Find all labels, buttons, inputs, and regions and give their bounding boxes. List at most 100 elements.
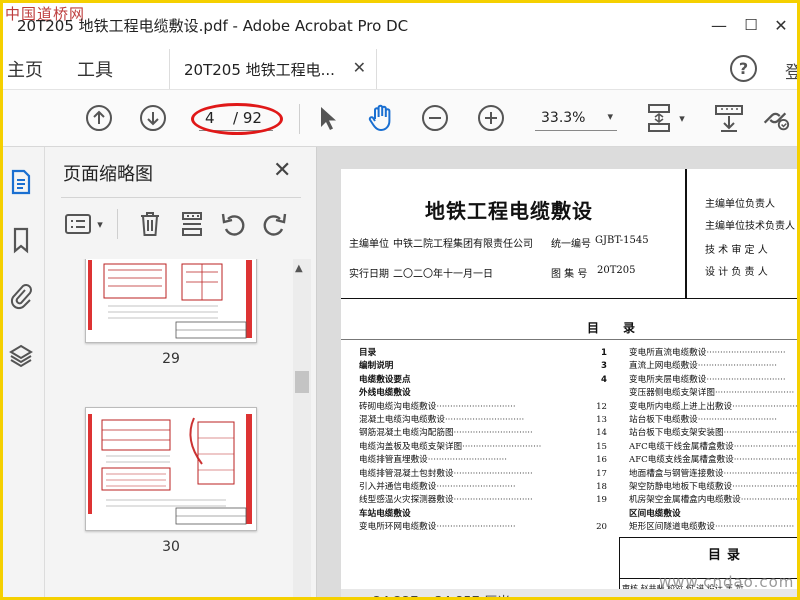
share-link-icon[interactable] xyxy=(759,102,791,134)
extract-page-icon[interactable] xyxy=(175,207,209,241)
minimize-button[interactable]: — xyxy=(707,13,731,37)
toc-entry[interactable]: 站台板下电缆支架安装图····························· xyxy=(629,427,800,440)
toc-entry-text: 电缆排管混凝土包封敷设 xyxy=(359,468,454,479)
toc-entry[interactable]: 矩形区间隧道电缆敷设····························· xyxy=(629,521,797,534)
toc-leader: ····························· xyxy=(453,428,533,439)
tab-home[interactable]: 主页 xyxy=(7,56,43,82)
toc-leader: ····························· xyxy=(706,348,786,358)
previous-page-icon[interactable] xyxy=(83,102,115,134)
toc-entry[interactable]: 机房架空金属槽盒内电缆敷设···························… xyxy=(629,494,797,507)
toc-entry-text: 变压器侧电缆支架详图 xyxy=(629,388,715,399)
toc-entry[interactable]: AFC电缆支线金属槽盒敷设···························… xyxy=(629,454,797,467)
toc-entry[interactable]: 线型感温火灾探测器敷设·····························… xyxy=(359,494,607,508)
thumbnail-options-icon[interactable] xyxy=(63,207,93,241)
fit-page-icon[interactable] xyxy=(643,102,675,134)
maximize-button[interactable]: ☐ xyxy=(739,13,763,37)
toc-entry[interactable]: 引入并通信电缆敷设····························· 18 xyxy=(359,481,607,495)
tab-close-icon[interactable]: ✕ xyxy=(353,58,366,77)
toc-entry[interactable]: 电缆排管直埋敷设····························· 16 xyxy=(359,454,607,468)
toc-heading: 目录 xyxy=(587,321,660,335)
toc-entry[interactable]: AFC电缆干线金属槽盒敷设···························… xyxy=(629,441,797,454)
toc-entry[interactable]: 目录 1 xyxy=(359,347,607,361)
zoom-in-icon[interactable] xyxy=(475,102,507,134)
toc-entry[interactable]: 变电所内电缆上进上出敷设····························… xyxy=(629,401,800,414)
toc-entry[interactable]: 地面槽盒与钢管连接敷设····························· xyxy=(629,468,797,481)
toc-entry-text: 变电所环网电缆敷设 xyxy=(359,522,437,533)
close-window-button[interactable]: ✕ xyxy=(769,13,793,37)
acrobat-window: 中国道桥网 20T205 地铁工程电缆敷设.pdf - Adobe Acroba… xyxy=(0,0,800,600)
toolbar-divider xyxy=(299,104,300,134)
next-page-icon[interactable] xyxy=(137,102,169,134)
toc-entry[interactable]: 架空防静电地板下电缆敷设····························… xyxy=(629,481,797,494)
close-panel-icon[interactable]: ✕ xyxy=(273,158,291,183)
toc-leader: ····························· xyxy=(436,482,516,492)
tab-row: 主页 工具 20T205 地铁工程电... ✕ ? 登 xyxy=(3,47,797,89)
toc-entry[interactable]: 砖砌电缆沟电缆敷设····························· 12 xyxy=(359,400,607,414)
page-thumbnails-icon[interactable] xyxy=(7,167,35,197)
toc-entry-text: 地面槽盒与钢管连接敷设 xyxy=(629,468,724,479)
toc-entry-text: 站台板下电缆支架安装图 xyxy=(629,428,724,439)
highlight-ellipse xyxy=(191,103,283,135)
toc-entry[interactable]: 变压器侧电缆支架详图····························· xyxy=(629,387,797,400)
toc-leader: ····························· xyxy=(697,361,777,372)
toc-entry[interactable]: 编制说明 3 xyxy=(359,360,607,374)
toc-rule xyxy=(341,339,797,340)
toc-entry[interactable]: 外线电缆敷设 xyxy=(359,387,607,400)
toc-page-number: 12 xyxy=(596,400,607,414)
page-thumbnail[interactable] xyxy=(85,407,257,531)
toc-entry[interactable]: 区间电缆敷设 xyxy=(629,508,797,521)
toc-entry[interactable]: 直流上网电缆敷设····························· xyxy=(629,360,797,373)
toc-entry[interactable]: 车站电缆敷设 xyxy=(359,508,607,521)
toc-entry[interactable]: 电缆敷设要点 4 xyxy=(359,373,607,388)
main-toolbar: 4 / 92 33.3% ▾ ▾ xyxy=(3,89,797,147)
page-thumbnail[interactable] xyxy=(85,259,257,343)
toc-entry[interactable]: 混凝土电缆沟电缆敷设····························· 1… xyxy=(359,414,607,428)
toc-entry-text: 目录 xyxy=(359,348,377,358)
toc-leader: ····························· xyxy=(723,428,800,439)
layers-icon[interactable] xyxy=(7,341,35,371)
scrollbar-thumb[interactable] xyxy=(295,371,309,393)
chevron-down-icon[interactable]: ▾ xyxy=(675,102,689,134)
rotate-left-icon[interactable] xyxy=(217,207,251,241)
delete-page-icon[interactable] xyxy=(133,207,167,241)
zoom-level-select[interactable]: 33.3% ▾ xyxy=(533,105,617,132)
toc-entry[interactable]: 站台板下电缆敷设····························· xyxy=(629,414,797,427)
thumbnail-scrollbar[interactable] xyxy=(293,259,311,597)
tab-document-label: 20T205 地铁工程电... xyxy=(184,61,335,79)
chevron-down-icon: ▾ xyxy=(607,110,613,123)
panel-divider xyxy=(61,197,301,198)
scroll-up-icon[interactable]: ▲ xyxy=(295,263,303,274)
read-mode-icon[interactable] xyxy=(713,102,745,134)
attachment-icon[interactable] xyxy=(7,281,35,311)
page-size-readout: 24.227 x 34.857 厘米 xyxy=(373,591,510,597)
select-cursor-icon[interactable] xyxy=(311,102,343,134)
toc-page-number: 18 xyxy=(596,481,607,495)
thumbnail-page-number: 29 xyxy=(162,351,180,367)
thumbnail-list[interactable]: 29 30 xyxy=(61,259,293,597)
document-view[interactable]: 地铁工程电缆敷设 主编单位 中铁二院工程集团有限责任公司 统一编号 GJBT-1… xyxy=(317,147,800,597)
zoom-out-icon[interactable] xyxy=(419,102,451,134)
sign-in-link[interactable]: 登 xyxy=(785,58,797,83)
help-icon[interactable]: ? xyxy=(730,55,757,82)
tab-tools[interactable]: 工具 xyxy=(77,56,113,82)
toc-entry[interactable]: 电缆排管混凝土包封敷设·····························… xyxy=(359,467,607,481)
toc-entry[interactable]: 变电所夹层电缆敷设····························· xyxy=(629,374,797,387)
toc-entry-text: 引入并通信电缆敷设 xyxy=(359,482,437,492)
bookmark-icon[interactable] xyxy=(7,225,35,255)
toc-entry[interactable]: 变电所直流电缆敷设····························· xyxy=(629,347,797,360)
editor-label: 主编单位 xyxy=(349,239,389,250)
toc-entry[interactable]: 变电所环网电缆敷设····························· 20 xyxy=(359,521,607,535)
hand-tool-icon[interactable] xyxy=(365,102,397,134)
toc-page-number: 17 xyxy=(596,467,607,481)
toc-entry[interactable]: 电缆沟盖板及电缆支架详图····························… xyxy=(359,440,607,455)
editor-value: 中铁二院工程集团有限责任公司 xyxy=(393,239,533,250)
rotate-right-icon[interactable] xyxy=(257,207,291,241)
toc-leader: ····························· xyxy=(732,401,800,412)
chevron-down-icon[interactable]: ▾ xyxy=(93,207,107,241)
toc-entry-text: 砖砌电缆沟电缆敷设 xyxy=(359,401,437,412)
toc-entry[interactable]: 钢筋混凝土电缆沟配筋图·····························… xyxy=(359,427,607,441)
responsible-label: 设 计 负 责 人 xyxy=(705,267,768,278)
toc-entry-text: 电缆排管直埋敷设 xyxy=(359,455,428,466)
tab-document[interactable]: 20T205 地铁工程电... ✕ xyxy=(169,49,377,89)
atlas-value: 20T205 xyxy=(597,265,636,276)
